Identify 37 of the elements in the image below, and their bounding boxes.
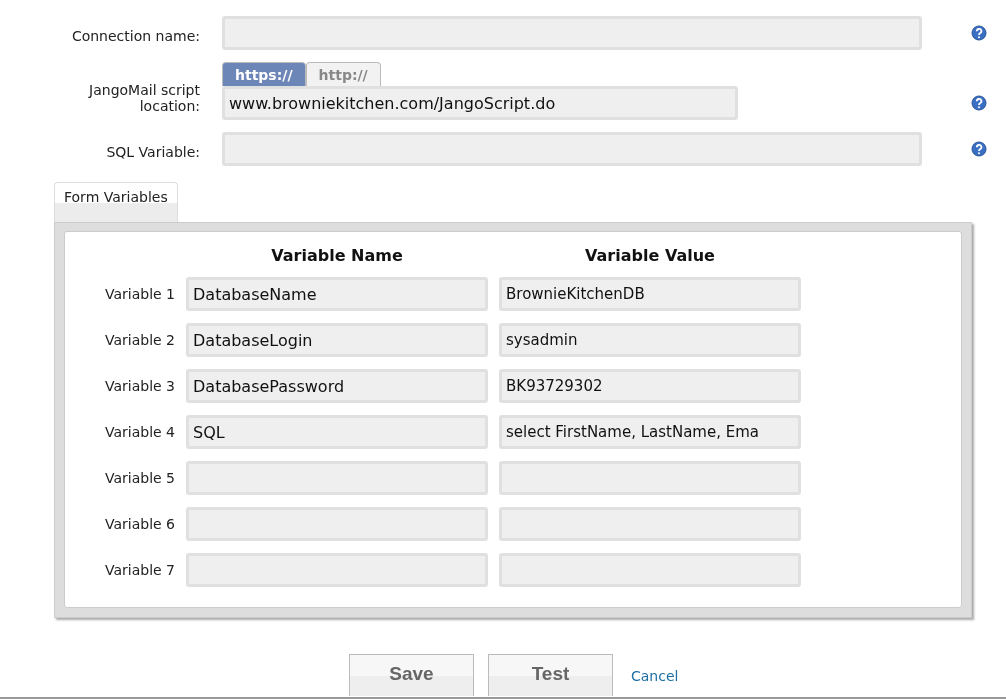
input-field[interactable]: sysadmin: [499, 323, 801, 357]
input-field[interactable]: [222, 16, 922, 50]
field-label: JangoMail script location:: [87, 82, 200, 116]
help-icon[interactable]: [971, 141, 987, 157]
variable-label: Variable 6: [103, 516, 175, 532]
column-header: Variable Value: [584, 246, 716, 265]
input-field[interactable]: www.browniekitchen.com/JangoScript.do: [222, 86, 738, 120]
variable-label: Variable 2: [103, 332, 175, 348]
cancel-link[interactable]: Cancel: [631, 668, 679, 684]
input-field[interactable]: DatabasePassword: [186, 369, 488, 403]
variable-label: Variable 4: [103, 424, 175, 440]
protocol-tab[interactable]: https://: [222, 62, 306, 86]
help-icon[interactable]: [971, 95, 987, 111]
input-field[interactable]: [186, 461, 488, 495]
input-field[interactable]: SQL: [186, 415, 488, 449]
input-field[interactable]: select FirstName, LastName, Ema: [499, 415, 801, 449]
input-field[interactable]: [222, 132, 922, 166]
input-field[interactable]: [186, 553, 488, 587]
variable-label: Variable 3: [103, 378, 175, 394]
variable-label: Variable 7: [103, 562, 175, 578]
action-button[interactable]: Save: [349, 654, 474, 696]
input-field[interactable]: BrownieKitchenDB: [499, 277, 801, 311]
input-field[interactable]: [499, 553, 801, 587]
input-field[interactable]: DatabaseLogin: [186, 323, 488, 357]
input-field[interactable]: [499, 461, 801, 495]
input-field[interactable]: [499, 507, 801, 541]
help-icon[interactable]: [971, 25, 987, 41]
section-tab[interactable]: Form Variables: [54, 182, 178, 222]
field-label: SQL Variable:: [106, 144, 200, 162]
input-field[interactable]: BK93729302: [499, 369, 801, 403]
variable-label: Variable 5: [103, 470, 175, 486]
action-button[interactable]: Test: [488, 654, 613, 696]
input-field[interactable]: DatabaseName: [186, 277, 488, 311]
field-label: Connection name:: [71, 28, 200, 46]
input-field[interactable]: [186, 507, 488, 541]
variable-label: Variable 1: [103, 286, 175, 302]
column-header: Variable Name: [270, 246, 404, 265]
